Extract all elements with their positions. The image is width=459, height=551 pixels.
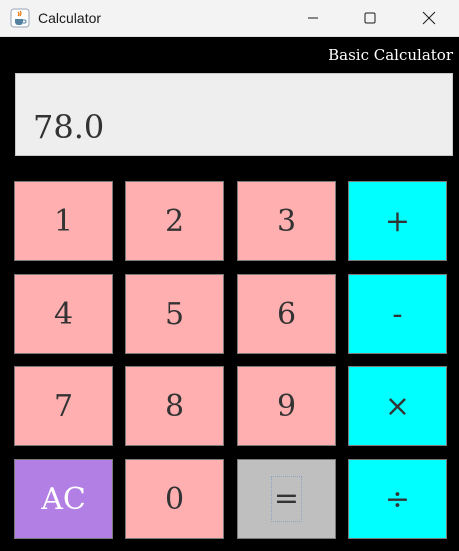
key-4[interactable]: 4 [14,274,113,354]
minimize-icon [308,17,318,19]
subtract-button[interactable]: - [348,274,447,354]
calculator-window: Calculator Basic Calculator 78.0 1 2 3 +… [0,0,459,551]
key-6[interactable]: 6 [237,274,336,354]
result-display: 78.0 [15,73,453,156]
title-bar[interactable]: Calculator [0,0,459,37]
close-button[interactable] [406,0,452,36]
key-9[interactable]: 9 [237,366,336,446]
equals-button[interactable]: = [237,459,336,539]
maximize-button[interactable] [347,0,393,36]
add-button[interactable]: + [348,181,447,261]
display-value: 78.0 [33,108,105,146]
multiply-button[interactable]: × [348,366,447,446]
key-8[interactable]: 8 [125,366,224,446]
key-3[interactable]: 3 [237,181,336,261]
key-5[interactable]: 5 [125,274,224,354]
divide-button[interactable]: ÷ [348,459,447,539]
clear-button[interactable]: AC [14,459,113,539]
key-2[interactable]: 2 [125,181,224,261]
close-icon [422,11,436,25]
window-title: Calculator [38,10,102,26]
key-1[interactable]: 1 [14,181,113,261]
key-7[interactable]: 7 [14,366,113,446]
calculator-heading: Basic Calculator [328,46,453,64]
equals-label: = [270,476,303,522]
minimize-button[interactable] [290,0,336,36]
key-0[interactable]: 0 [125,459,224,539]
java-coffee-cup-icon [10,8,30,28]
maximize-icon [364,12,376,24]
